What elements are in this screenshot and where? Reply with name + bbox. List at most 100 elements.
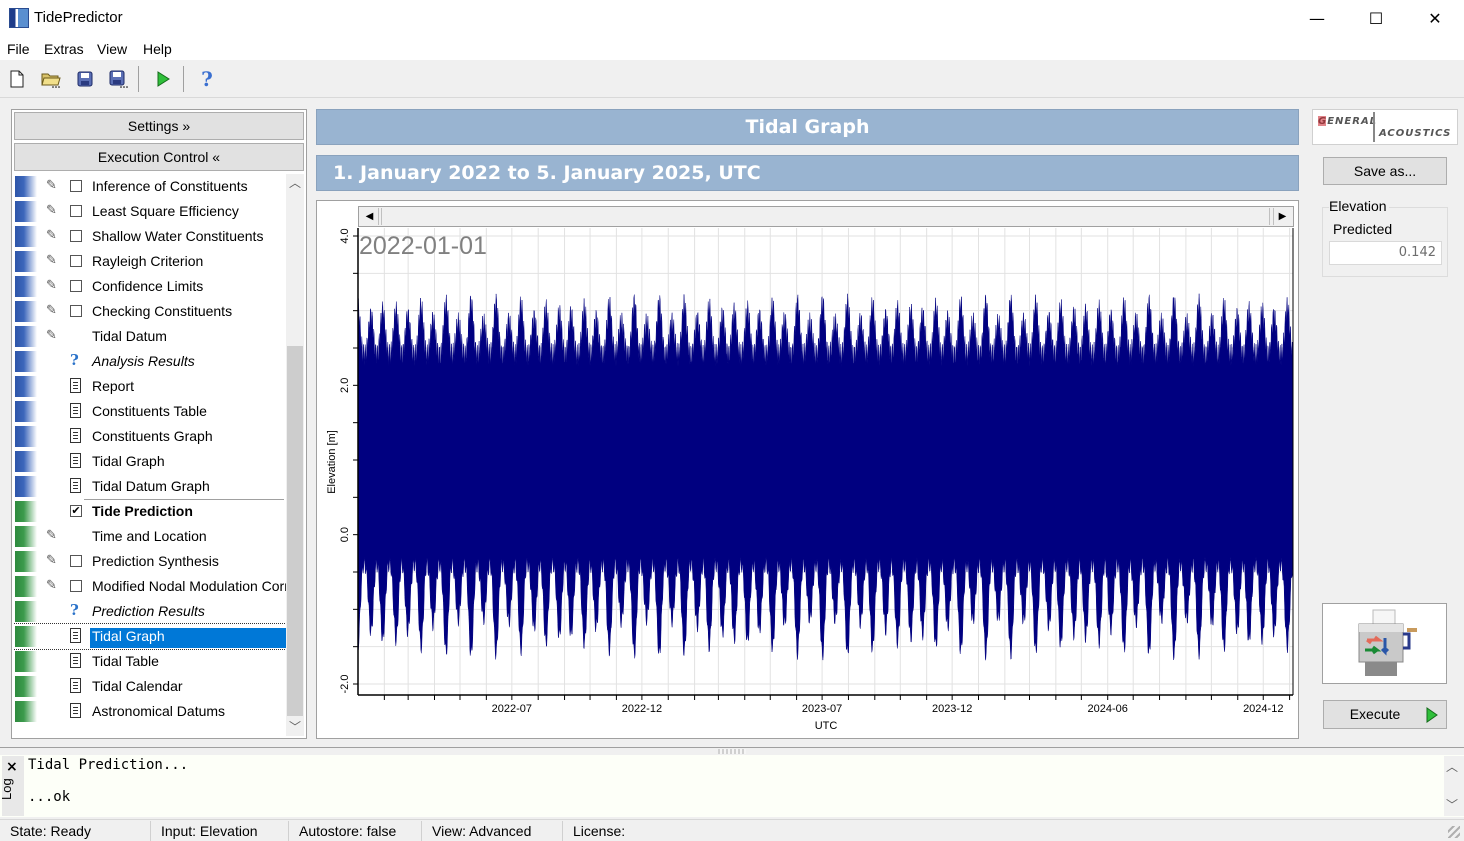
document-icon (70, 703, 81, 718)
tree-item[interactable]: Constituents Graph (14, 424, 286, 449)
checkbox[interactable] (70, 280, 82, 292)
status-separator (288, 821, 289, 841)
pencil-icon[interactable]: ✎ (46, 303, 60, 319)
tree-item-label: Analysis Results (92, 353, 195, 369)
tree-item[interactable]: ? Prediction Results (14, 599, 286, 624)
tree-item[interactable]: ✎ Modified Nodal Modulation Corre (14, 574, 286, 599)
tree-item[interactable]: Tidal Datum Graph (14, 474, 286, 499)
checkbox[interactable]: ✔ (70, 505, 82, 517)
close-button[interactable]: ✕ (1406, 0, 1464, 36)
chart-date-annotation: 2022-01-01 (359, 232, 487, 260)
pencil-icon[interactable]: ✎ (46, 328, 60, 344)
menu-help[interactable]: Help (143, 41, 172, 57)
maximize-button[interactable]: ☐ (1347, 0, 1405, 36)
tidal-graph-chart[interactable]: -2.0 0.0 2.0 4.0 2022-07 2022-12 2023-07 2023-1… (316, 200, 1299, 739)
pencil-icon[interactable]: ✎ (46, 578, 60, 594)
scroll-up-icon[interactable]: ︿ (286, 174, 304, 192)
run-icon (1426, 707, 1438, 723)
analysis-group-indicator (15, 351, 37, 372)
predicted-value-field[interactable]: 0.142 (1329, 241, 1442, 265)
prediction-group-indicator (15, 651, 37, 672)
tree-item[interactable]: ✎ Rayleigh Criterion (14, 249, 286, 274)
resize-grip-icon[interactable] (1448, 826, 1460, 838)
tree-item[interactable]: ✎ Tidal Datum (14, 324, 286, 349)
document-icon (70, 428, 81, 443)
tree-item-label: Time and Location (92, 528, 207, 544)
tree-item[interactable]: ✎ Least Square Efficiency (14, 199, 286, 224)
status-autostore: Autostore: false (299, 823, 397, 839)
tree-item[interactable]: ✎ Shallow Water Constituents (14, 224, 286, 249)
run-icon[interactable] (152, 68, 174, 90)
checkbox[interactable] (70, 230, 82, 242)
tree-item[interactable]: ✎ Prediction Synthesis (14, 549, 286, 574)
x-tick-label: 2022-07 (492, 703, 532, 715)
tree-item-label: Checking Constituents (92, 303, 233, 319)
save-as-icon[interactable] (108, 68, 130, 90)
toolbar-separator (183, 66, 184, 92)
checkbox[interactable] (70, 555, 82, 567)
tree-item[interactable]: Astronomical Datums (14, 699, 286, 724)
help-icon[interactable]: ? (196, 67, 218, 91)
log-line: Tidal Prediction... (28, 757, 189, 773)
pencil-icon[interactable]: ✎ (46, 253, 60, 269)
execute-button[interactable]: Execute (1323, 700, 1447, 729)
tree-item[interactable]: Tidal Graph (14, 449, 286, 474)
open-folder-icon[interactable] (40, 68, 62, 90)
tree-item[interactable]: ✎ Inference of Constituents (14, 174, 286, 199)
tree-item-label: Tidal Graph (90, 628, 286, 648)
checkbox[interactable] (70, 205, 82, 217)
scroll-down-icon[interactable]: ﹀ (1446, 796, 1458, 813)
pencil-icon[interactable]: ✎ (46, 178, 60, 194)
pencil-icon[interactable]: ✎ (46, 203, 60, 219)
tree-scroll-thumb[interactable] (287, 346, 303, 716)
menu-file[interactable]: File (7, 41, 30, 57)
save-as-button[interactable]: Save as... (1323, 157, 1447, 185)
checkbox[interactable] (70, 305, 82, 317)
analysis-group-indicator (15, 301, 37, 322)
scroll-up-icon[interactable]: ︿ (1446, 758, 1458, 775)
prediction-group-indicator (15, 551, 37, 572)
execution-control-header-button[interactable]: Execution Control « (14, 143, 304, 171)
logo-text-bottom: ACOUSTICS (1379, 128, 1452, 139)
minimize-button[interactable]: — (1288, 0, 1346, 36)
tree-item-label: Tidal Calendar (92, 678, 183, 694)
scroll-down-icon[interactable]: ﹀ (286, 718, 304, 736)
tree-item[interactable]: ✎ Checking Constituents (14, 299, 286, 324)
y-tick-label: 4.0 (339, 228, 351, 243)
graph-title: Tidal Graph (316, 109, 1299, 145)
y-tick-label: -2.0 (339, 675, 351, 694)
tree-item[interactable]: ✔ Tide Prediction (14, 499, 286, 524)
tree-item[interactable]: Constituents Table (14, 399, 286, 424)
x-tick-label: 2023-07 (802, 703, 842, 715)
splitter-grip-icon[interactable] (718, 749, 746, 754)
save-icon[interactable] (74, 68, 96, 90)
analysis-group-indicator (15, 426, 37, 447)
document-icon (70, 678, 81, 693)
pencil-icon[interactable]: ✎ (46, 528, 60, 544)
checkbox[interactable] (70, 580, 82, 592)
checkbox[interactable] (70, 255, 82, 267)
tree-scrollbar[interactable]: ︿ ﹀ (286, 174, 304, 736)
close-icon[interactable]: × (6, 759, 18, 775)
menu-bar: File Extras View Help (0, 38, 1464, 60)
new-file-icon[interactable] (6, 68, 28, 90)
pencil-icon[interactable]: ✎ (46, 553, 60, 569)
pencil-icon[interactable]: ✎ (46, 278, 60, 294)
log-tab-label: Log (0, 778, 14, 800)
tree-item-label: Tidal Graph (92, 453, 165, 469)
settings-header-button[interactable]: Settings » (14, 112, 304, 140)
menu-view[interactable]: View (97, 41, 127, 57)
tree-item[interactable]: Report (14, 374, 286, 399)
checkbox[interactable] (70, 180, 82, 192)
y-axis-label: Elevation [m] (326, 430, 338, 494)
menu-extras[interactable]: Extras (44, 41, 84, 57)
tree-item[interactable]: ✎ Time and Location (14, 524, 286, 549)
tree-item[interactable]: Tidal Calendar (14, 674, 286, 699)
prediction-group-indicator (15, 701, 37, 722)
tree-item[interactable]: ? Analysis Results (14, 349, 286, 374)
tree-item[interactable]: Tidal Table (14, 649, 286, 674)
tree-item[interactable]: Tidal Graph (14, 623, 286, 650)
tree-item[interactable]: ✎ Confidence Limits (14, 274, 286, 299)
pencil-icon[interactable]: ✎ (46, 228, 60, 244)
log-scrollbar[interactable]: ︿ ﹀ (1444, 756, 1464, 816)
